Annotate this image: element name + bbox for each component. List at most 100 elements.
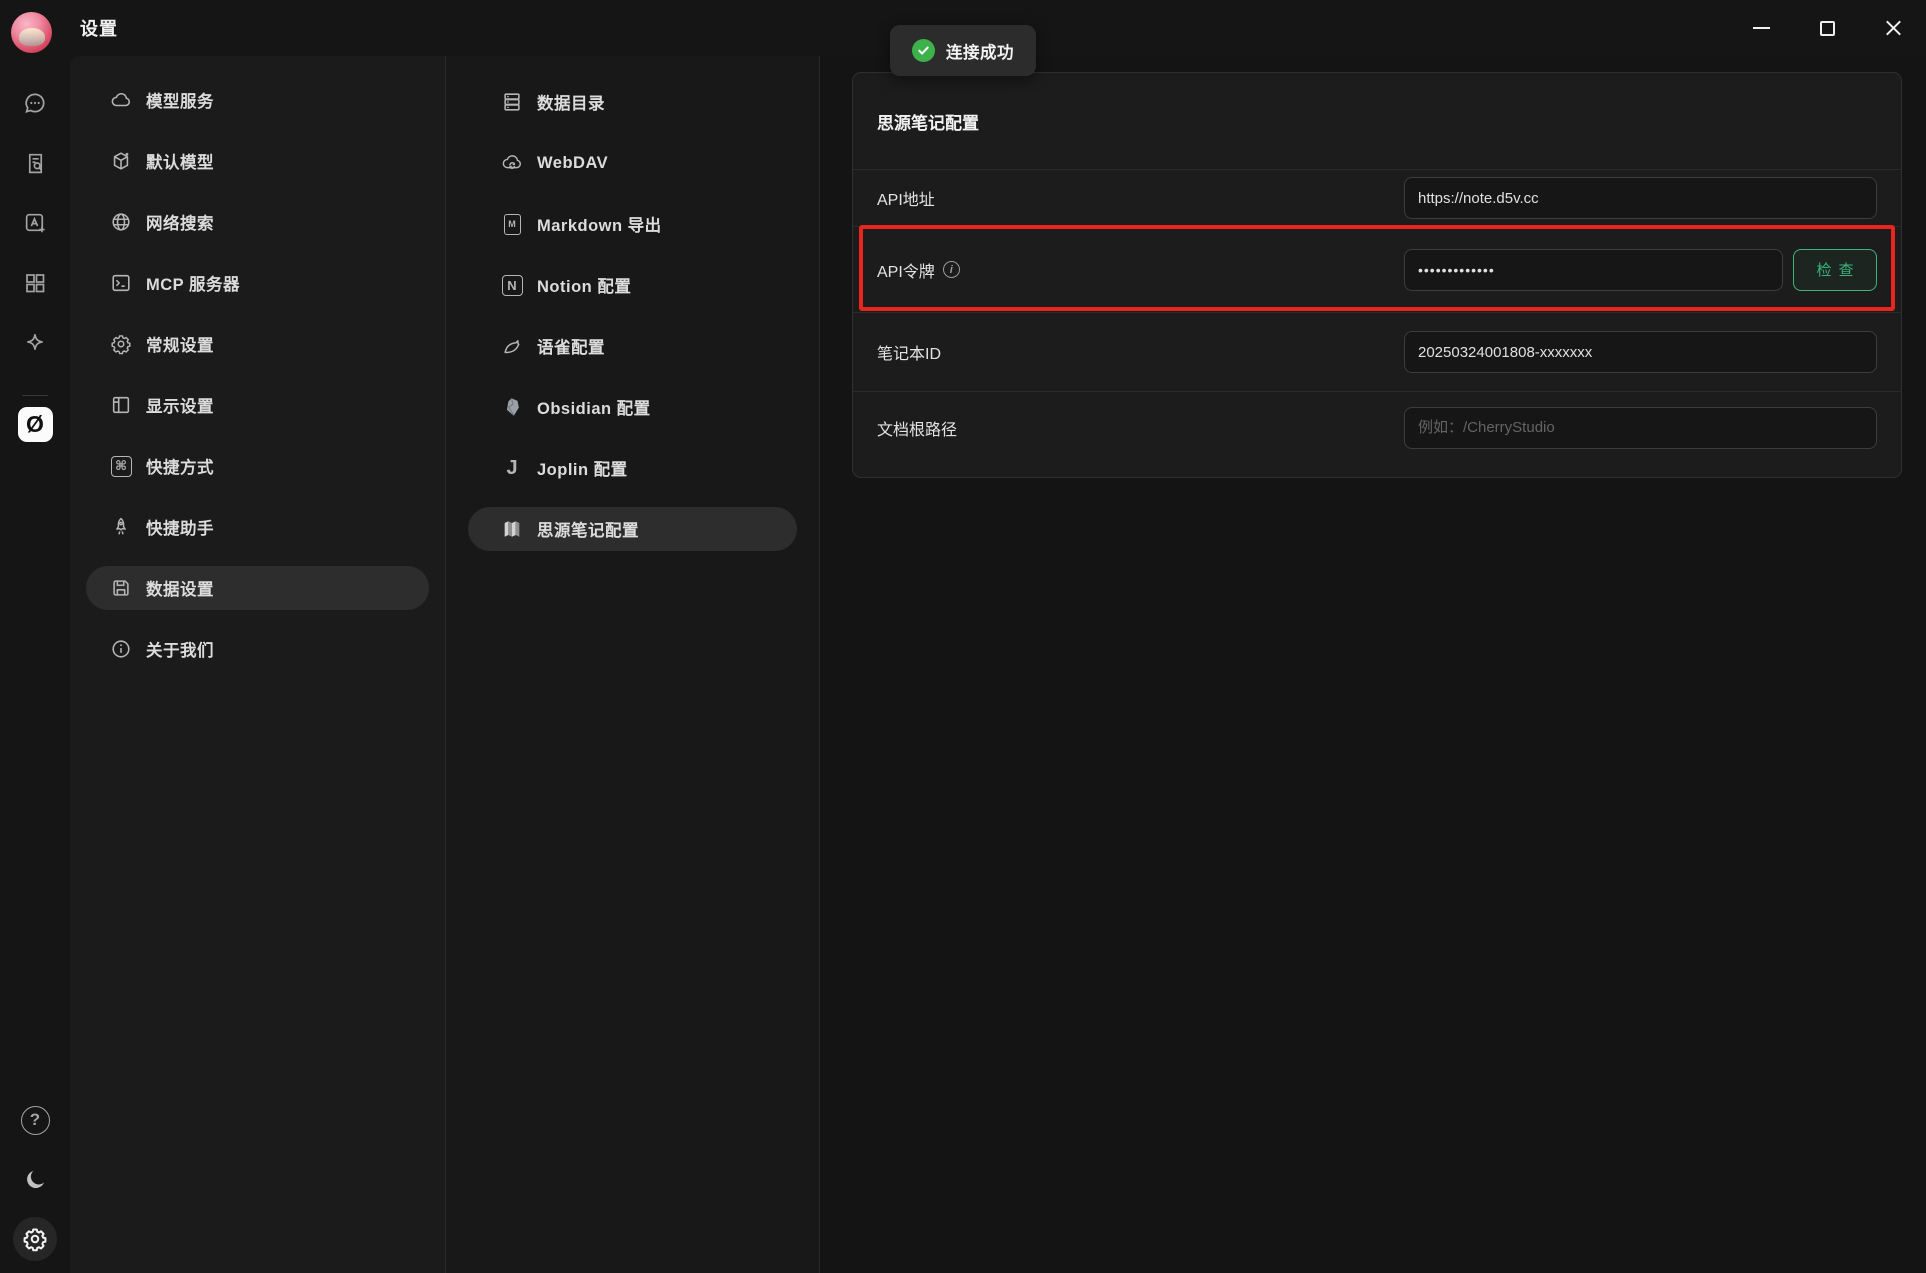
close-button[interactable]	[1860, 0, 1926, 56]
settings-nav: 模型服务 默认模型 网络搜索 MCP 服务器	[70, 56, 445, 1273]
yuque-bird-icon	[501, 335, 523, 357]
nav-item-label: 默认模型	[146, 149, 214, 173]
field-row-api-token: API令牌 i 检查	[853, 226, 1901, 312]
nav-item-web-search[interactable]: 网络搜索	[86, 200, 429, 244]
check-token-button[interactable]: 检查	[1793, 249, 1877, 291]
rocket-icon	[110, 516, 132, 538]
subnav-item-label: WebDAV	[537, 154, 608, 173]
nav-item-label: MCP 服务器	[146, 271, 240, 295]
settings-nav-button[interactable]	[13, 1217, 57, 1261]
card-heading: 思源笔记配置	[853, 73, 1901, 169]
field-row-doc-root-path: 文档根路径	[853, 391, 1901, 463]
doc-root-path-input[interactable]	[1404, 407, 1877, 449]
database-icon	[501, 91, 523, 113]
notion-icon: N	[501, 274, 523, 296]
settings-panel: 模型服务 默认模型 网络搜索 MCP 服务器	[70, 56, 1926, 1273]
subnav-item-data-directory[interactable]: 数据目录	[468, 80, 797, 124]
minimize-button[interactable]	[1728, 0, 1794, 56]
apps-nav-button[interactable]	[16, 264, 54, 302]
subnav-item-joplin-config[interactable]: J Joplin 配置	[468, 446, 797, 490]
apps-grid-icon	[23, 271, 47, 295]
subnav-item-obsidian-config[interactable]: Obsidian 配置	[468, 385, 797, 429]
agents-nav-button[interactable]	[16, 144, 54, 182]
joplin-icon: J	[501, 457, 523, 479]
subnav-item-label: 思源笔记配置	[537, 517, 639, 541]
nav-item-quick-assistant[interactable]: 快捷助手	[86, 505, 429, 549]
field-label: API地址	[877, 186, 935, 210]
api-token-input[interactable]	[1404, 249, 1783, 291]
nav-item-display-settings[interactable]: 显示设置	[86, 383, 429, 427]
siyuan-settings-main: 思源笔记配置 API地址 API令牌 i 检查 笔记本ID	[819, 56, 1926, 1273]
nav-item-data-settings[interactable]: 数据设置	[86, 566, 429, 610]
nav-item-model-services[interactable]: 模型服务	[86, 78, 429, 122]
command-icon: ⌘	[110, 455, 132, 477]
info-icon	[110, 638, 132, 660]
maximize-button[interactable]	[1794, 0, 1860, 56]
nav-item-label: 网络搜索	[146, 210, 214, 234]
save-icon	[110, 577, 132, 599]
toast-text: 连接成功	[946, 39, 1014, 63]
field-label: 笔记本ID	[877, 340, 941, 364]
window-title: 设置	[80, 15, 118, 41]
layout-icon	[110, 394, 132, 416]
nav-item-label: 模型服务	[146, 88, 214, 112]
field-label: API令牌 i	[877, 258, 960, 282]
data-settings-subnav: 数据目录 WebDAV M Markdown 导出 N Notion 配置	[445, 56, 819, 1273]
left-icon-rail: Ø ?	[0, 56, 70, 1273]
window-controls	[1728, 0, 1926, 56]
siyuan-config-card: 思源笔记配置 API地址 API令牌 i 检查 笔记本ID	[852, 72, 1902, 478]
settings-gear-icon	[22, 1226, 48, 1252]
nav-item-label: 显示设置	[146, 393, 214, 417]
subnav-item-webdav[interactable]: WebDAV	[468, 141, 797, 185]
subnav-item-markdown-export[interactable]: M Markdown 导出	[468, 202, 797, 246]
rail-divider	[22, 395, 48, 396]
translate-nav-button[interactable]	[16, 204, 54, 242]
nav-item-default-models[interactable]: 默认模型	[86, 139, 429, 183]
api-address-input[interactable]	[1404, 177, 1877, 219]
avatar[interactable]	[11, 12, 52, 53]
nav-item-general-settings[interactable]: 常规设置	[86, 322, 429, 366]
subnav-item-label: 语雀配置	[537, 334, 605, 358]
close-icon	[1885, 20, 1902, 37]
theme-toggle-button[interactable]	[16, 1160, 54, 1198]
minapp-nav-button[interactable]: Ø	[16, 405, 54, 443]
subnav-item-label: Obsidian 配置	[537, 395, 651, 419]
token-group: 检查	[1404, 249, 1877, 291]
nav-item-label: 常规设置	[146, 332, 214, 356]
nav-item-label: 快捷方式	[146, 454, 214, 478]
sparkle-icon	[22, 331, 48, 357]
token-info-icon[interactable]: i	[943, 261, 960, 278]
globe-icon	[110, 211, 132, 233]
gear-icon	[110, 333, 132, 355]
knowledge-nav-button[interactable]	[16, 325, 54, 363]
minapp-icon: Ø	[18, 407, 53, 442]
notebook-id-input[interactable]	[1404, 331, 1877, 373]
siyuan-icon	[501, 518, 523, 540]
help-button[interactable]: ?	[16, 1101, 54, 1139]
field-label: 文档根路径	[877, 416, 957, 440]
translate-icon	[23, 211, 48, 236]
cloud-icon	[110, 89, 132, 111]
nav-item-shortcuts[interactable]: ⌘ 快捷方式	[86, 444, 429, 488]
markdown-file-icon: M	[501, 213, 523, 235]
help-icon: ?	[21, 1106, 50, 1135]
maximize-icon	[1820, 21, 1835, 36]
subnav-item-yuque-config[interactable]: 语雀配置	[468, 324, 797, 368]
chat-nav-button[interactable]	[16, 84, 54, 122]
nav-item-label: 快捷助手	[146, 515, 214, 539]
success-check-icon	[912, 39, 935, 62]
cube-icon	[110, 150, 132, 172]
toast-connection-success: 连接成功	[890, 25, 1036, 76]
nav-item-label: 关于我们	[146, 637, 214, 661]
field-row-notebook-id: 笔记本ID	[853, 312, 1901, 391]
obsidian-icon	[501, 396, 523, 418]
nav-item-label: 数据设置	[146, 576, 214, 600]
minimize-icon	[1753, 27, 1770, 29]
subnav-item-siyuan-config[interactable]: 思源笔记配置	[468, 507, 797, 551]
nav-item-about-us[interactable]: 关于我们	[86, 627, 429, 671]
terminal-icon	[110, 272, 132, 294]
subnav-item-label: 数据目录	[537, 90, 605, 114]
webdav-cloud-icon	[501, 152, 523, 174]
subnav-item-notion-config[interactable]: N Notion 配置	[468, 263, 797, 307]
nav-item-mcp-servers[interactable]: MCP 服务器	[86, 261, 429, 305]
